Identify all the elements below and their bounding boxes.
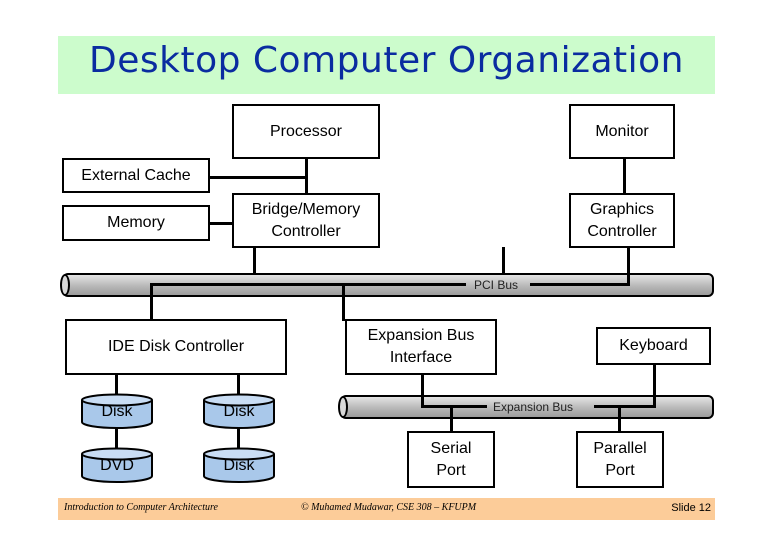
monitor-label: Monitor: [595, 122, 649, 140]
external-cache-box: External Cache: [62, 158, 210, 193]
serial-label-line1: Serial: [430, 439, 472, 457]
bridge-label-line1: Bridge/Memory: [251, 200, 361, 218]
graphics-label-line1: Graphics: [589, 200, 655, 218]
wire-expansion-parallel: [618, 405, 621, 433]
expansion-bus-line-keyboard: [594, 405, 656, 408]
expansion-bus-end-cap: [338, 396, 348, 418]
expansion-interface-line1: Expansion Bus: [367, 327, 475, 344]
wire-pci-ide: [150, 283, 153, 321]
expansion-bus-line-left: [421, 405, 487, 408]
wire-keyboard-expansion: [653, 363, 656, 408]
memory-label: Memory: [107, 214, 165, 231]
drive-label: DVD: [100, 457, 134, 474]
bridge-memory-controller-box: Bridge/Memory Controller: [232, 193, 380, 248]
graphics-controller-box: Graphics Controller: [569, 193, 675, 248]
drive-disk-2: Disk: [202, 393, 276, 429]
ide-controller-label: IDE Disk Controller: [107, 338, 245, 355]
pci-bus-line-right: [530, 283, 630, 286]
wire-memory-bridge: [210, 222, 234, 225]
footer-bar: Introduction to Computer Architecture © …: [58, 498, 715, 520]
footer-course: Introduction to Computer Architecture: [64, 502, 218, 513]
expansion-bus-label: Expansion Bus: [493, 400, 574, 414]
keyboard-box: Keyboard: [596, 327, 711, 365]
title-bar: Desktop Computer Organization: [58, 36, 715, 94]
pci-bus-line: [150, 283, 466, 286]
expansion-bus-interface-box: Expansion Bus Interface: [345, 319, 497, 375]
serial-port-box: Serial Port: [407, 431, 495, 488]
pci-bus-label: PCI Bus: [474, 278, 519, 292]
keyboard-label: Keyboard: [619, 337, 688, 354]
expansion-interface-line2: Interface: [389, 349, 453, 366]
bridge-label-line2: Controller: [271, 222, 341, 240]
parallel-label-line2: Port: [605, 461, 635, 479]
drive-disk-3: Disk: [202, 447, 276, 483]
drive-disk-1: Disk: [80, 393, 154, 429]
memory-box: Memory: [62, 205, 210, 241]
monitor-box: Monitor: [569, 104, 675, 159]
parallel-port-box: Parallel Port: [576, 431, 664, 488]
processor-label: Processor: [269, 122, 343, 140]
ide-disk-controller-box: IDE Disk Controller: [65, 319, 287, 375]
serial-label-line2: Port: [436, 461, 466, 479]
wire-expansion-serial: [450, 405, 453, 433]
wire-monitor-graphics: [623, 157, 626, 195]
drive-label: Disk: [223, 403, 255, 420]
drive-dvd: DVD: [80, 447, 154, 483]
pci-bus-end-cap: [60, 274, 70, 296]
drive-label: Disk: [101, 403, 133, 420]
processor-box: Processor: [232, 104, 380, 159]
graphics-label-line2: Controller: [587, 222, 657, 240]
slide-number: Slide 12: [671, 502, 711, 514]
wire-cache-processor: [209, 176, 307, 179]
wire-pci-expansion-interface: [342, 283, 345, 321]
parallel-label-line1: Parallel: [593, 439, 647, 457]
wire-interface-expansion: [421, 373, 424, 408]
slide-title: Desktop Computer Organization: [89, 40, 684, 81]
footer-copyright: © Muhamed Mudawar, CSE 308 – KFUPM: [301, 502, 477, 513]
drive-label: Disk: [223, 457, 255, 474]
wire-graphics-pci-right: [627, 247, 630, 286]
external-cache-label: External Cache: [81, 166, 191, 184]
